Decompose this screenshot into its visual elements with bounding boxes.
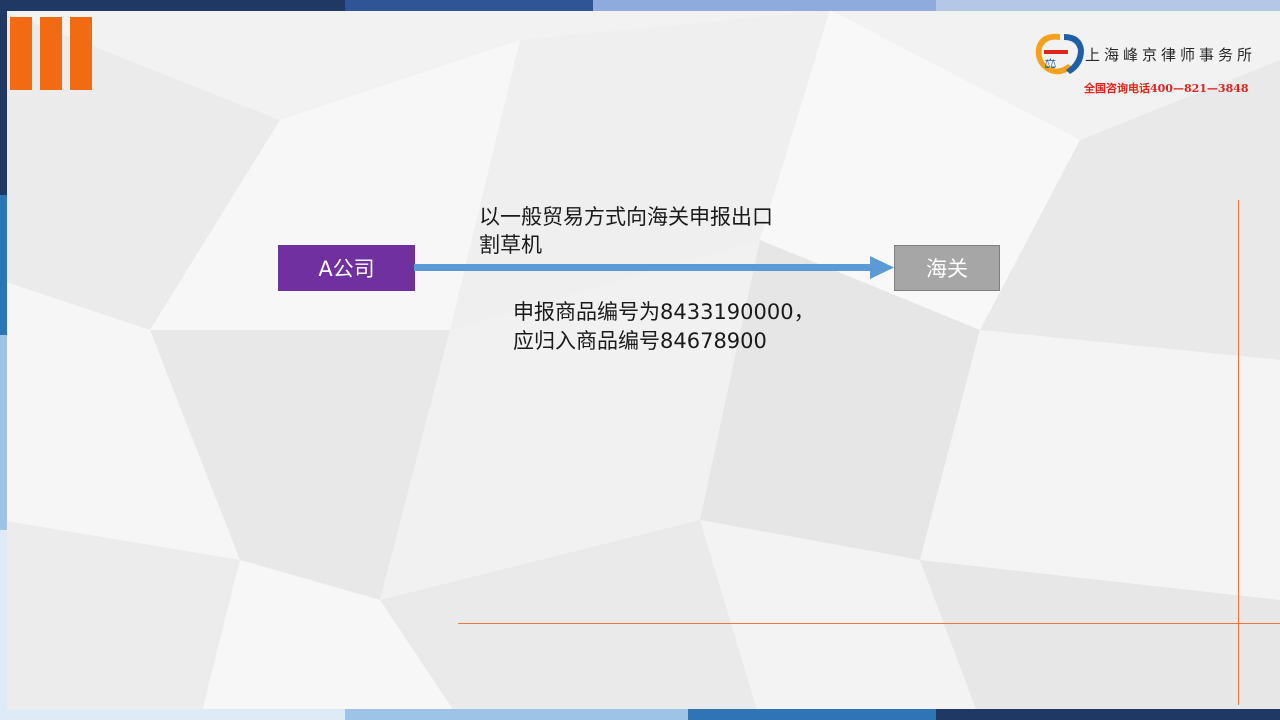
arrow-label-line: 以一般贸易方式向海关申报出口 [479,205,773,229]
background-polygons [0,0,1280,720]
title-marker-block [10,17,32,90]
top-bar-blue [345,0,593,11]
arrow-label: 以一般贸易方式向海关申报出口 割草机 [479,203,773,259]
company-a-box: A公司 [278,245,415,291]
svg-text:⚖: ⚖ [1044,56,1057,72]
left-bar-dark [0,0,7,195]
bottom-bar-dark [936,709,1280,720]
top-bar-dark [0,0,345,11]
hs-code-note: 申报商品编号为8433190000， 应归入商品编号84678900 [513,298,815,356]
consult-hotline: 全国咨询电话400—821—3848 [1084,82,1249,95]
decorative-horizontal-line [458,623,1280,624]
slide: ⚖ 上海峰京律师事务所 全国咨询电话400—821—3848 以一般贸易方式向海… [0,0,1280,720]
hs-code-note-line: 申报商品编号为8433190000， [513,300,815,324]
title-marker-block [40,17,62,90]
bottom-bar-light [345,709,688,720]
top-bar-mid [593,0,936,11]
title-marker-block [70,17,92,90]
company-a-label: A公司 [318,257,375,281]
customs-box: 海关 [894,245,1000,291]
law-firm-logo-icon: ⚖ [1035,33,1084,75]
left-bar-light [0,335,7,530]
hs-code-note-line: 应归入商品编号84678900 [513,329,767,353]
left-bar-pale [0,530,7,720]
declaration-arrow [414,256,894,279]
law-firm-name: 上海峰京律师事务所 [1085,46,1257,64]
decorative-vertical-line [1238,200,1239,705]
bottom-bar-blue [688,709,936,720]
top-bar-light [936,0,1280,11]
left-bar-blue [0,195,7,335]
customs-label: 海关 [926,257,968,281]
bottom-bar-pale [0,709,345,720]
